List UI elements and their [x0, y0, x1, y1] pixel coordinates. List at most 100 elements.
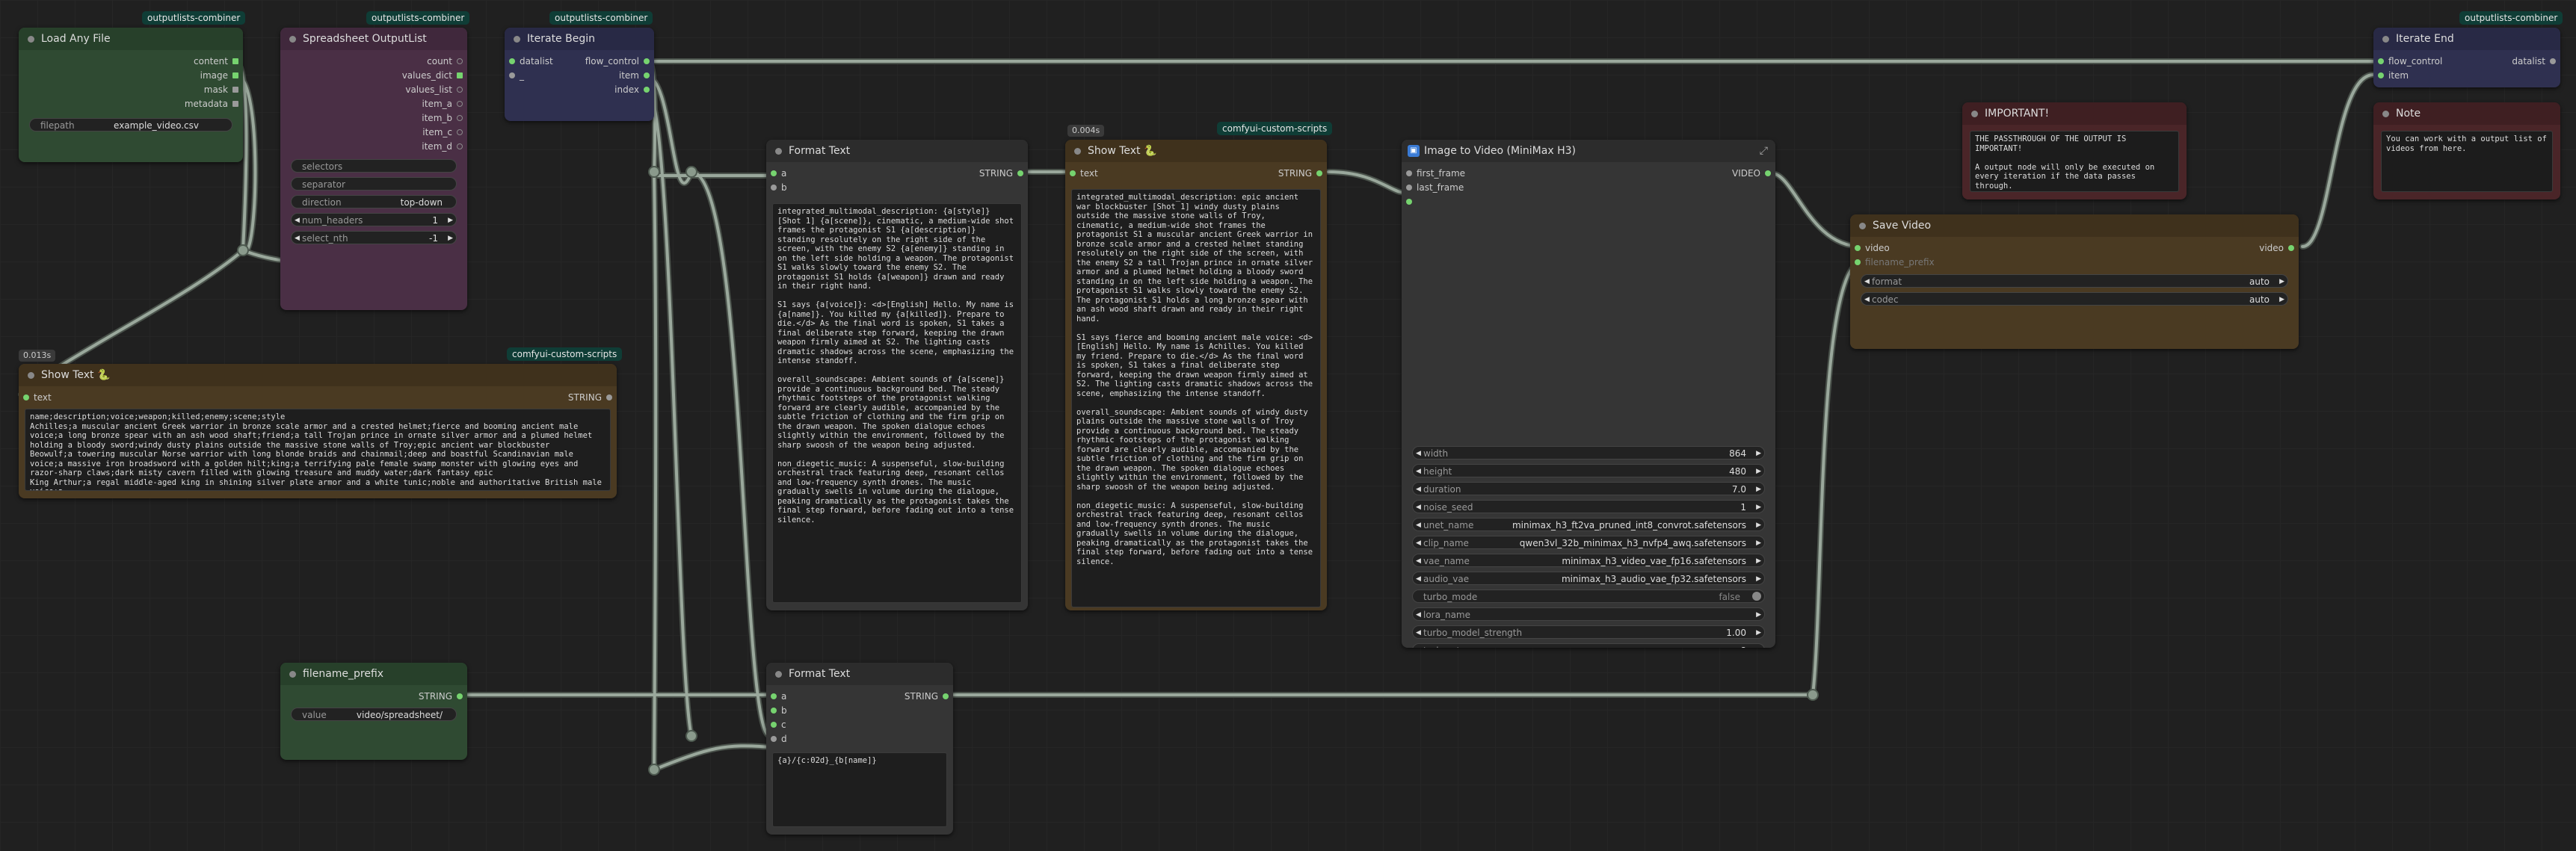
input-c[interactable]: c	[766, 718, 786, 731]
expand-icon[interactable]: ⤢	[1760, 140, 1768, 162]
node-title[interactable]: Show Text 🐍	[19, 364, 617, 386]
note-node[interactable]: Note You can work with a output list of …	[2373, 102, 2560, 199]
input-d[interactable]: d	[766, 732, 787, 746]
show-text-node[interactable]: Show Text 🐍 text STRING integrated_multi…	[1065, 140, 1327, 610]
node-title[interactable]: Iterate End	[2373, 28, 2560, 50]
collapse-dot[interactable]	[1971, 111, 1978, 117]
widget-clip-name[interactable]: ◀ clip_name qwen3vl_32b_minimax_h3_nvfp4_a…	[1412, 536, 1765, 549]
note-text[interactable]: THE PASSTHROUGH OF THE OUTPUT IS IMPORTA…	[1970, 131, 2179, 192]
output-video[interactable]: VIDEO	[1732, 167, 1775, 180]
show-text-node[interactable]: Show Text 🐍 text STRING name;description…	[19, 364, 617, 498]
node-title[interactable]: filename_prefix	[280, 663, 467, 685]
input-b[interactable]: b	[766, 181, 787, 194]
spreadsheet-outputlist-node[interactable]: Spreadsheet OutputList count values_dict…	[280, 28, 467, 310]
output-string[interactable]: STRING	[419, 690, 467, 703]
output-index[interactable]: index	[614, 83, 654, 96]
format-widget[interactable]: ◀ format auto ▶	[1861, 274, 2288, 288]
separator-widget[interactable]: separator	[291, 177, 457, 191]
reroute-dot[interactable]	[648, 764, 660, 776]
num-headers-widget[interactable]: ◀ num_headers 1 ▶	[291, 213, 457, 226]
format-text-node[interactable]: Format Text a b STRING integrated_multim…	[766, 140, 1028, 610]
widget-lora-name[interactable]: ◀lora_nameminimax_h3_ft2v_turbo_8step_v1…	[1412, 607, 1765, 621]
node-title[interactable]: IMPORTANT!	[1962, 102, 2187, 125]
collapse-dot[interactable]	[28, 36, 34, 43]
node-title[interactable]: ▣ Image to Video (MiniMax H3) ⤢	[1402, 140, 1775, 162]
format-text-node[interactable]: Format Text a b c d STRING {a}/{c:02d}_{…	[766, 663, 953, 835]
output-mask[interactable]: mask	[204, 83, 243, 96]
output-item-a[interactable]: item_a	[422, 97, 467, 111]
widget-unet-name[interactable]: ◀ unet_name minimax_h3_ft2va_pruned_int8_c…	[1412, 518, 1765, 531]
output-item[interactable]: item	[619, 69, 654, 82]
collapse-dot[interactable]	[1859, 223, 1866, 229]
collapse-dot[interactable]	[514, 36, 520, 43]
input-a[interactable]: a	[766, 690, 786, 703]
image-to-video-node[interactable]: ▣ Image to Video (MiniMax H3) ⤢ first_fram…	[1402, 140, 1775, 648]
reroute-dot[interactable]	[237, 244, 249, 256]
output-string[interactable]: STRING	[1278, 167, 1327, 180]
direction-widget[interactable]: direction top-down	[291, 195, 457, 208]
node-title[interactable]: Show Text 🐍	[1065, 140, 1327, 162]
format-template[interactable]: integrated_multimodal_description: {a[st…	[772, 203, 1022, 603]
save-video-node[interactable]: Save Video video filename_prefix video ◀…	[1850, 214, 2299, 349]
node-title[interactable]: Spreadsheet OutputList	[280, 28, 467, 50]
reroute-dot[interactable]	[648, 166, 660, 178]
collapse-dot[interactable]	[28, 372, 34, 379]
filepath-widget[interactable]: filepath example_video.csv	[29, 118, 232, 131]
output-values-list[interactable]: values_list	[405, 83, 467, 96]
input-text[interactable]: text	[19, 391, 52, 404]
note-text[interactable]: You can work with a output list of video…	[2381, 131, 2553, 192]
input-first-frame[interactable]: first_frame	[1402, 167, 1465, 180]
input-video[interactable]: video	[1850, 241, 1890, 255]
output-string[interactable]: STRING	[568, 391, 617, 404]
reroute-dot[interactable]	[1807, 689, 1819, 701]
input-last-frame[interactable]: last_frame	[1402, 181, 1464, 194]
output-item-d[interactable]: item_d	[422, 140, 467, 153]
widget-height[interactable]: ◀ height 480 ▶	[1412, 464, 1765, 477]
output-datalist[interactable]: datalist	[2512, 55, 2560, 68]
iterate-begin-node[interactable]: Iterate Begin datalist _ flow_control it…	[505, 28, 654, 121]
output-content[interactable]: content	[194, 55, 243, 68]
input-b[interactable]: b	[766, 704, 787, 717]
codec-widget[interactable]: ◀ codec auto ▶	[1861, 292, 2288, 306]
collapse-dot[interactable]	[775, 148, 782, 155]
widget-width[interactable]: ◀ width 864 ▶	[1412, 446, 1765, 459]
load-any-file-node[interactable]: Load Any File content image mask metadat…	[19, 28, 243, 162]
input-prompt[interactable]	[1402, 195, 1417, 208]
widget-turbo-steps[interactable]: ◀turbo_steps8▶	[1412, 643, 1765, 648]
output-values-dict[interactable]: values_dict	[402, 69, 467, 82]
collapse-dot[interactable]	[289, 671, 296, 678]
output-string[interactable]: STRING	[979, 167, 1028, 180]
output-metadata[interactable]: metadata	[185, 97, 243, 111]
select-nth-widget[interactable]: ◀ select_nth -1 ▶	[291, 231, 457, 244]
toggle-knob[interactable]	[1752, 592, 1761, 601]
output-item-c[interactable]: item_c	[422, 126, 467, 139]
input-flow-control[interactable]: flow_control	[2373, 55, 2442, 68]
node-title[interactable]: Format Text	[766, 663, 953, 685]
filename-prefix-node[interactable]: filename_prefix STRING value video/spread…	[280, 663, 467, 760]
collapse-dot[interactable]	[2382, 36, 2389, 43]
input-filename-prefix[interactable]: filename_prefix	[1850, 256, 1935, 269]
output-string[interactable]: STRING	[905, 690, 953, 703]
widget-duration[interactable]: ◀ duration 7.0 ▶	[1412, 482, 1765, 495]
iterate-end-node[interactable]: Iterate End flow_control item datalist	[2373, 28, 2560, 87]
widget-turbo-model-strength[interactable]: ◀ turbo_model_strength 1.00 ▶	[1412, 625, 1765, 639]
output-count[interactable]: count	[427, 55, 467, 68]
show-text-content[interactable]: name;description;voice;weapon;killed;ene…	[25, 409, 611, 491]
widget-noise-seed[interactable]: ◀ noise_seed 1 ▶	[1412, 500, 1765, 513]
node-title[interactable]: Load Any File	[19, 28, 243, 50]
widget-audio-vae[interactable]: ◀ audio_vae minimax_h3_audio_vae_fp32.safe…	[1412, 572, 1765, 585]
input-underscore[interactable]: _	[505, 69, 524, 82]
output-flow-control[interactable]: flow_control	[585, 55, 654, 68]
selectors-widget[interactable]: selectors	[291, 159, 457, 173]
node-title[interactable]: Iterate Begin	[505, 28, 654, 50]
format-template[interactable]: {a}/{c:02d}_{b[name]}	[772, 752, 947, 827]
collapse-dot[interactable]	[289, 36, 296, 43]
widget-turbo-mode[interactable]: turbo_mode false	[1412, 589, 1765, 603]
node-title[interactable]: Format Text	[766, 140, 1028, 162]
node-title[interactable]: Save Video	[1850, 214, 2299, 237]
value-widget[interactable]: value video/spreadsheet/	[291, 708, 457, 721]
reroute-dot[interactable]	[685, 730, 697, 742]
input-text[interactable]: text	[1065, 167, 1098, 180]
input-datalist[interactable]: datalist	[505, 55, 553, 68]
reroute-dot[interactable]	[685, 166, 697, 178]
